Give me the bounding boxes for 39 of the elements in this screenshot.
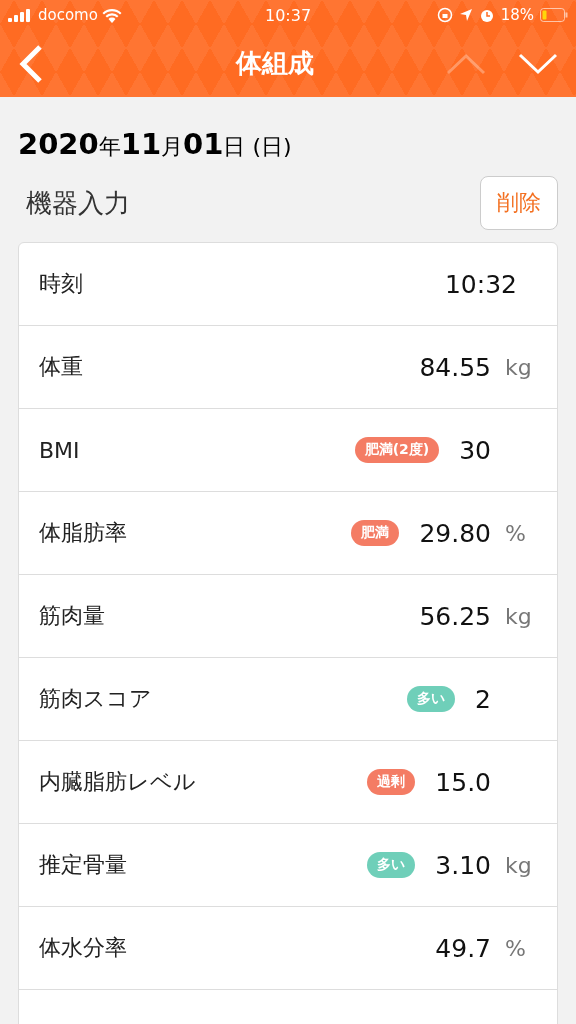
row-value: 10:32	[444, 269, 517, 299]
row-label: 体重	[39, 353, 84, 381]
status-tag: 肥満(2度)	[354, 437, 440, 463]
unit-label: %	[505, 520, 526, 546]
status-tag: 肥満	[351, 520, 400, 546]
row-label: 筋肉スコア	[39, 685, 153, 713]
row-label: 時刻	[39, 270, 84, 298]
unit-label: kg	[505, 603, 532, 629]
unit-label: kg	[505, 354, 532, 380]
row-value: 2	[475, 684, 491, 714]
row-label: 推定骨量	[39, 851, 128, 879]
wifi-icon	[101, 7, 122, 23]
row-label: 体脂肪率	[39, 519, 128, 547]
status-tag: 過剰	[367, 769, 416, 795]
location-icon	[458, 8, 473, 22]
alarm-icon	[478, 7, 495, 23]
status-tag: 多い	[407, 686, 456, 712]
unit-label: %	[505, 935, 526, 961]
row-value: 3.10	[435, 850, 491, 880]
row-value: 30	[459, 435, 491, 465]
row-value: 15.0	[435, 767, 491, 797]
row-value: 49.7	[435, 933, 491, 963]
section-title: 機器入力	[26, 186, 130, 220]
battery-percent: 18%	[500, 6, 534, 24]
battery-icon	[540, 8, 568, 22]
row-label: 筋肉量	[39, 602, 106, 630]
row-label: 体水分率	[39, 934, 128, 962]
clock-time: 10:37	[264, 5, 312, 25]
row-value: 84.55	[419, 352, 491, 382]
row-value: 29.80	[419, 518, 491, 548]
row-value: 56.25	[419, 601, 491, 631]
carrier-name: docomo	[38, 6, 98, 24]
unit-label: kg	[505, 852, 532, 878]
rotation-lock-icon	[436, 7, 453, 23]
delete-button[interactable]: 削除	[480, 176, 558, 230]
row-label: 内臓脂肪レベル	[39, 768, 197, 796]
page-title: 体組成	[234, 47, 315, 80]
status-tag: 多い	[367, 852, 416, 878]
row-label: BMI	[39, 437, 81, 463]
